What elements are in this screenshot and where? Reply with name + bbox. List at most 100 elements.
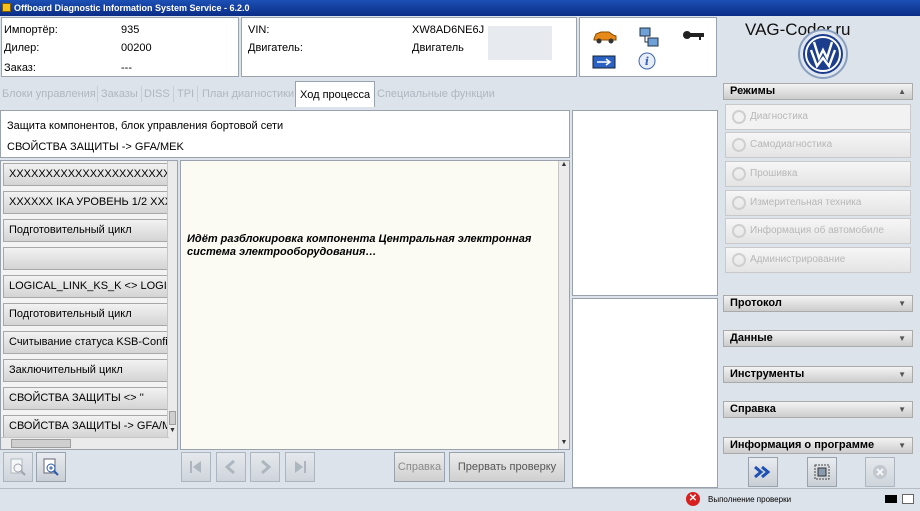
scroll-up-arrow[interactable]: ▲ (559, 161, 569, 171)
key-icon[interactable] (682, 28, 706, 42)
side-panel-bottom (572, 298, 718, 488)
last-step-button[interactable] (285, 452, 315, 482)
scroll-down-arrow[interactable]: ▼ (559, 439, 569, 449)
frame-select-icon (814, 464, 830, 480)
section-label: Данные (730, 332, 773, 344)
usb-connection-icon[interactable] (592, 54, 616, 70)
step-item[interactable]: Подготовительный цикл (3, 219, 169, 242)
scroll-down-arrow[interactable]: ▼ (168, 427, 177, 437)
chevron-down-icon: ▼ (898, 441, 906, 450)
mode-item-flashing[interactable]: Прошивка (725, 161, 911, 187)
scroll-thumb[interactable] (169, 411, 176, 425)
about-header[interactable]: Информация о программе ▼ (723, 437, 913, 454)
zoom-in-button[interactable] (36, 452, 66, 482)
screen-capture-button[interactable] (807, 457, 837, 487)
scroll-thumb[interactable] (11, 439, 71, 448)
chevron-up-icon: ▲ (898, 87, 906, 96)
cancel-button[interactable] (865, 457, 895, 487)
status-message: Идёт разблокировка компонента Центральна… (187, 233, 532, 258)
step-item[interactable]: Подготовительный цикл (3, 303, 169, 326)
engine-value: Двигатель (412, 42, 464, 54)
chevron-down-icon: ▼ (898, 334, 906, 343)
forward-button[interactable] (748, 457, 778, 487)
window-icon (885, 495, 897, 503)
mode-item-label: Диагностика (750, 111, 808, 122)
section-label: Справка (730, 403, 776, 415)
next-step-button[interactable] (250, 452, 280, 482)
mode-item-self-diagnosis[interactable]: Самодиагностика (725, 132, 911, 158)
zoom-out-button[interactable] (3, 452, 33, 482)
vw-logo-icon (798, 29, 848, 79)
chevron-down-icon: ▼ (898, 405, 906, 414)
order-label: Заказ: (4, 62, 36, 74)
mode-item-administration[interactable]: Администрирование (725, 247, 911, 273)
engine-label: Двигатель: (248, 42, 303, 54)
tab-orders[interactable]: Заказы (100, 83, 139, 105)
tab-control-units[interactable]: Блоки управления (1, 83, 97, 105)
tab-separator (197, 86, 198, 102)
section-label: Инструменты (730, 368, 805, 380)
steps-horizontal-scrollbar[interactable] (1, 437, 169, 449)
help-header[interactable]: Справка ▼ (723, 401, 913, 418)
step-item[interactable]: Считывание статуса KSB-Confi (3, 331, 169, 354)
self-diagnosis-icon (732, 138, 746, 152)
network-icon[interactable] (638, 26, 660, 48)
stethoscope-icon (732, 110, 746, 124)
data-header[interactable]: Данные ▼ (723, 330, 913, 347)
info-icon[interactable]: i (638, 52, 656, 70)
skip-first-icon (190, 461, 201, 473)
steps-vertical-scrollbar[interactable]: ▼ (167, 161, 177, 449)
chevron-down-icon: ▼ (898, 299, 906, 308)
step-item[interactable]: XXXXXX IKA УРОВЕНЬ 1/2 XXX (3, 191, 169, 214)
zoom-in-icon (43, 458, 59, 476)
error-icon: ✕ (686, 492, 700, 506)
process-info-panel: Защита компонентов, блок управления борт… (0, 110, 570, 158)
status-text: Выполнение проверки (708, 495, 792, 504)
mode-item-vehicle-info[interactable]: Информация об автомобиле (725, 218, 911, 244)
message-box: Идёт разблокировка компонента Центральна… (180, 160, 570, 450)
tab-diss[interactable]: DISS (143, 83, 171, 105)
step-item[interactable]: Заключительный цикл (3, 359, 169, 382)
blurred-region (488, 26, 552, 60)
tab-process-progress[interactable]: Ход процесса (295, 81, 376, 107)
section-label: Протокол (730, 297, 782, 309)
window-title: Offboard Diagnostic Information System S… (14, 3, 250, 13)
modes-label: Режимы (730, 85, 776, 97)
tab-tpi[interactable]: TPI (176, 83, 195, 105)
app-icon (2, 3, 11, 12)
tab-separator (141, 86, 142, 102)
steps-list[interactable]: XXXXXXXXXXXXXXXXXXXXXXX XXXXXX IKA УРОВЕН… (0, 160, 178, 450)
dealer-value: 00200 (121, 42, 152, 54)
step-item[interactable]: LOGICAL_LINK_KS_K <> LOGIC (3, 275, 169, 298)
tab-special-functions[interactable]: Специальные функции (376, 83, 496, 105)
message-vertical-scrollbar[interactable]: ▲ ▼ (558, 161, 569, 449)
tools-header[interactable]: Инструменты ▼ (723, 366, 913, 383)
modes-header[interactable]: Режимы ▲ (723, 83, 913, 100)
car-icon[interactable] (592, 28, 618, 44)
dealer-info-box: Импортёр: 935 Дилер: 00200 Заказ: --- (1, 17, 239, 77)
side-panel-top (572, 110, 718, 296)
chevron-down-icon: ▼ (898, 370, 906, 379)
help-button[interactable]: Справка (394, 452, 445, 482)
step-item[interactable]: СВОЙСТВА ЗАЩИТЫ <> '' (3, 387, 169, 410)
step-item[interactable]: XXXXXXXXXXXXXXXXXXXXXXX (3, 163, 169, 186)
sidebar: Режимы ▲ Диагностика Самодиагностика Про… (720, 80, 920, 488)
title-bar: Offboard Diagnostic Information System S… (0, 0, 920, 16)
flash-icon (732, 167, 746, 181)
mode-item-measurement[interactable]: Измерительная техника (725, 190, 911, 216)
zoom-out-icon (10, 458, 26, 476)
importer-value: 935 (121, 24, 140, 36)
protocol-header[interactable]: Протокол ▼ (723, 295, 913, 312)
previous-step-button[interactable] (216, 452, 246, 482)
section-label: Информация о программе (730, 439, 875, 451)
tab-bar: Блоки управления Заказы DISS TPI План ди… (0, 80, 720, 108)
tab-diagnostic-plan[interactable]: План диагностики (201, 83, 295, 105)
mode-item-diagnostics[interactable]: Диагностика (725, 104, 911, 130)
svg-text:i: i (645, 55, 649, 68)
order-value: --- (121, 62, 132, 74)
first-step-button[interactable] (181, 452, 211, 482)
step-item[interactable] (3, 247, 169, 270)
mode-item-label: Измерительная техника (750, 197, 862, 208)
abort-check-button[interactable]: Прервать проверку (449, 452, 565, 482)
step-item[interactable]: СВОЙСТВА ЗАЩИТЫ -> GFA/ME (3, 415, 169, 438)
